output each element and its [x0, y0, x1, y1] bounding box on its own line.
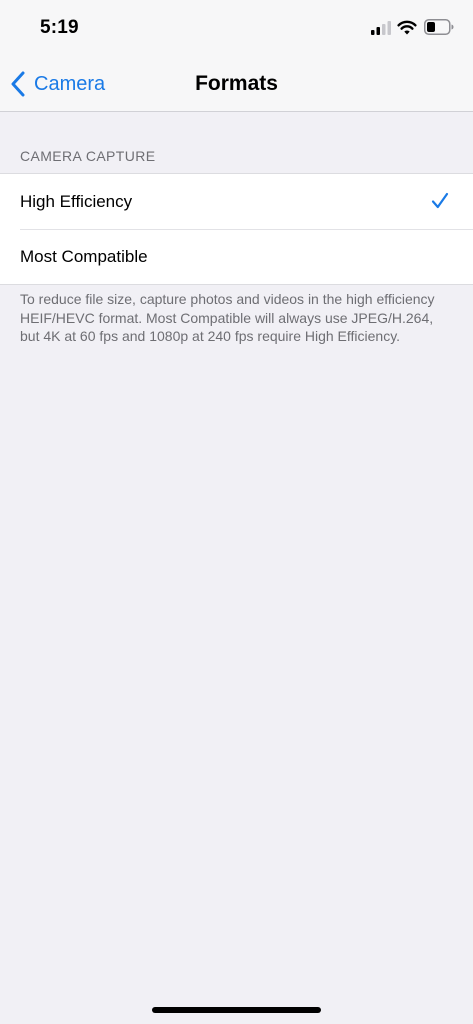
option-most-compatible[interactable]: Most Compatible — [0, 229, 473, 284]
battery-icon — [424, 19, 454, 35]
status-time: 5:19 — [40, 17, 79, 38]
option-label: High Efficiency — [20, 191, 133, 211]
home-indicator[interactable] — [152, 1007, 321, 1013]
option-label: Most Compatible — [20, 246, 148, 266]
section-header: CAMERA CAPTURE — [20, 148, 156, 164]
status-bar: 5:19 — [0, 0, 473, 60]
signal-icon — [371, 21, 391, 35]
page-title: Formats — [195, 72, 278, 95]
checkmark-icon — [431, 192, 449, 209]
wifi-icon — [397, 20, 417, 35]
section-footer-description: To reduce file size, capture photos and … — [20, 291, 435, 344]
navigation-bar: Camera Formats — [0, 60, 473, 112]
option-high-efficiency[interactable]: High Efficiency — [0, 174, 473, 229]
format-options-group: High Efficiency Most Compatible — [0, 173, 473, 285]
